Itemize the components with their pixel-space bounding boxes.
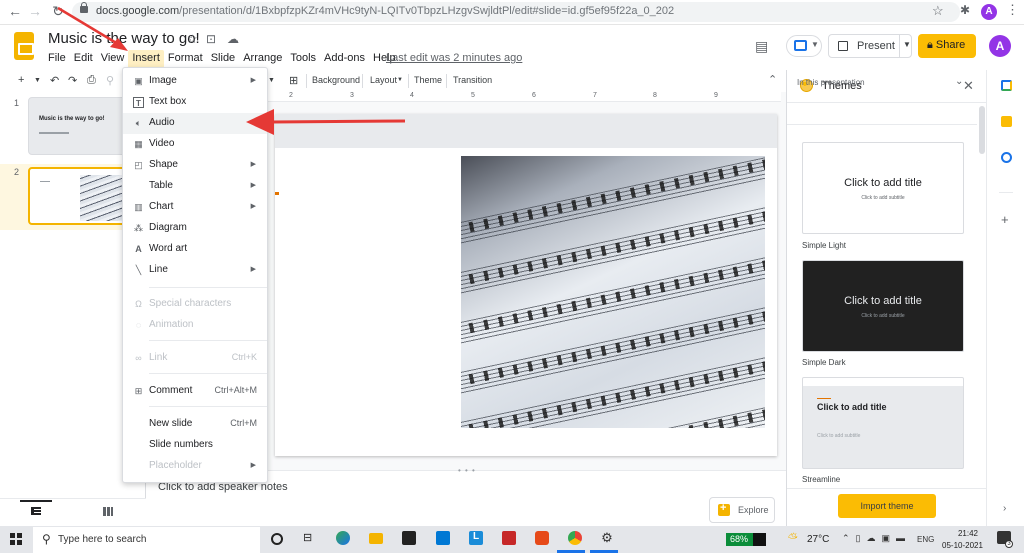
- temperature[interactable]: 27°C: [807, 534, 829, 545]
- office-icon[interactable]: [535, 531, 549, 545]
- notification-count: 3: [1005, 540, 1013, 548]
- clock-date[interactable]: 05-10-2021: [942, 541, 983, 550]
- annotation-arrow-to-audio: [271, 119, 406, 124]
- task-view-icon[interactable]: ⊟: [303, 531, 317, 545]
- weather-icon[interactable]: ⛅︎: [788, 531, 798, 546]
- store-icon[interactable]: [402, 531, 416, 545]
- search-icon: ⚲: [42, 532, 51, 546]
- edge-icon[interactable]: [336, 531, 350, 545]
- chrome-icon[interactable]: [568, 531, 582, 545]
- mail-icon[interactable]: [436, 531, 450, 545]
- file-explorer-icon[interactable]: [369, 533, 383, 544]
- app-l-icon[interactable]: L: [469, 531, 483, 545]
- annotation-arrowhead: [246, 109, 274, 135]
- taskbar-search-placeholder: Type here to search: [58, 534, 147, 545]
- annotation-arrow-to-insert: [57, 6, 119, 46]
- battery-indicator[interactable]: 68%: [726, 533, 766, 546]
- mcafee-icon[interactable]: [502, 531, 516, 545]
- battery-percent: 68%: [730, 534, 749, 544]
- settings-gear-icon[interactable]: ⚙: [600, 531, 614, 545]
- annotation-arrows: [57, 6, 406, 135]
- windows-start-icon[interactable]: [10, 533, 22, 545]
- clock-time[interactable]: 21:42: [954, 529, 982, 538]
- system-tray-icons[interactable]: ⌃▯☁▣▬: [842, 533, 911, 544]
- language-indicator[interactable]: ENG: [917, 535, 934, 544]
- cortana-icon[interactable]: [271, 533, 283, 545]
